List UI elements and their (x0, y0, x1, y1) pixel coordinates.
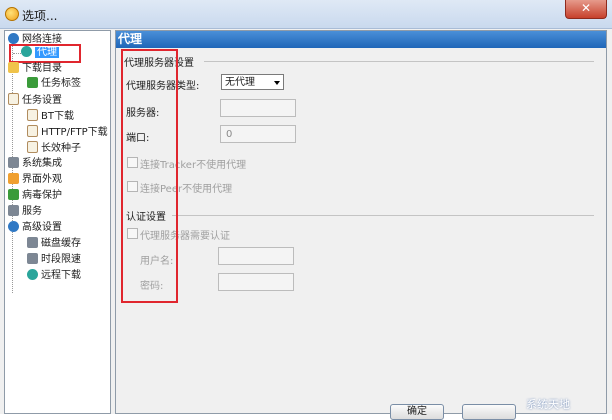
task-settings-icon (8, 93, 19, 105)
settings-tree[interactable]: 网络连接 代理 下载目录 任务标签 任务设置 BT下载 HTTP/FTP下载 长… (4, 30, 111, 414)
highlight-box-labels (121, 49, 178, 303)
service-icon (8, 205, 19, 216)
server-input[interactable] (220, 99, 296, 117)
tree-item-task-settings[interactable]: 任务设置 (8, 93, 62, 107)
panel-header: 代理 (116, 31, 606, 48)
appearance-icon (8, 173, 19, 184)
tag-icon (27, 77, 38, 88)
speed-limit-icon (27, 253, 38, 264)
proxy-type-select[interactable]: 无代理 (221, 74, 284, 90)
tree-item-label: 下载目录 (22, 63, 62, 74)
highlight-box-proxy (9, 44, 81, 63)
tree-item-label: 界面外观 (22, 174, 62, 185)
tree-item-task-tag[interactable]: 任务标签 (27, 77, 81, 91)
group-divider (204, 61, 594, 62)
cancel-button[interactable] (462, 404, 516, 420)
document-icon (27, 125, 38, 137)
tree-item-label: 远程下载 (41, 270, 81, 281)
tree-item-virus-protection[interactable]: 病毒保护 (8, 189, 62, 203)
disk-cache-icon (27, 237, 38, 248)
window-title: 选项... (22, 9, 58, 23)
tree-item-label: 病毒保护 (22, 190, 62, 201)
tree-item-label: BT下载 (41, 111, 74, 122)
tree-item-bt[interactable]: BT下载 (27, 109, 74, 123)
folder-icon (8, 62, 19, 73)
ok-button[interactable]: 确定 (390, 404, 444, 420)
tree-item-long-seed[interactable]: 长效种子 (27, 141, 81, 155)
shield-icon (8, 189, 19, 200)
tree-item-label: 任务设置 (22, 95, 62, 106)
tree-item-http-ftp[interactable]: HTTP/FTP下载 (27, 125, 108, 139)
tree-item-service[interactable]: 服务 (8, 205, 42, 219)
tree-item-label: 长效种子 (41, 143, 81, 154)
tree-item-disk-cache[interactable]: 磁盘缓存 (27, 237, 81, 251)
port-input[interactable]: 0 (220, 125, 296, 143)
remote-download-icon (27, 269, 38, 280)
tree-item-label: 服务 (22, 206, 42, 217)
tree-item-label: 高级设置 (22, 222, 62, 233)
proxy-settings-panel: 代理 代理服务器设置 代理服务器类型: 无代理 服务器: 端口: 0 连接Tra… (115, 30, 607, 414)
options-window: 选项... ✕ 网络连接 代理 下载目录 任务标签 任务设置 BT下载 HTTP… (0, 0, 612, 420)
close-icon: ✕ (580, 1, 592, 15)
system-icon (8, 157, 19, 168)
watermark: 系统天地 (526, 398, 570, 411)
network-globe-icon (8, 33, 19, 44)
tree-item-label: 磁盘缓存 (41, 238, 81, 249)
tree-item-label: 任务标签 (41, 78, 81, 89)
tree-item-advanced[interactable]: 高级设置 (8, 221, 62, 235)
chevron-down-icon (274, 81, 280, 85)
tree-item-system-integration[interactable]: 系统集成 (8, 157, 62, 171)
tree-item-download-dir[interactable]: 下载目录 (8, 62, 62, 76)
advanced-settings-icon (8, 221, 19, 232)
title-bar[interactable]: 选项... ✕ (0, 0, 612, 29)
password-input[interactable] (218, 273, 294, 291)
tree-item-speed-limit[interactable]: 时段限速 (27, 253, 81, 267)
tree-item-appearance[interactable]: 界面外观 (8, 173, 62, 187)
group-divider (172, 215, 594, 216)
tree-item-remote-download[interactable]: 远程下载 (27, 269, 81, 283)
document-icon (27, 109, 38, 121)
app-logo-icon (5, 7, 19, 21)
close-button[interactable]: ✕ (565, 0, 607, 19)
tree-item-label: 时段限速 (41, 254, 81, 265)
proxy-type-value: 无代理 (225, 77, 255, 88)
username-input[interactable] (218, 247, 294, 265)
tree-item-label: HTTP/FTP下载 (41, 127, 108, 138)
tree-item-label: 系统集成 (22, 158, 62, 169)
document-icon (27, 141, 38, 153)
